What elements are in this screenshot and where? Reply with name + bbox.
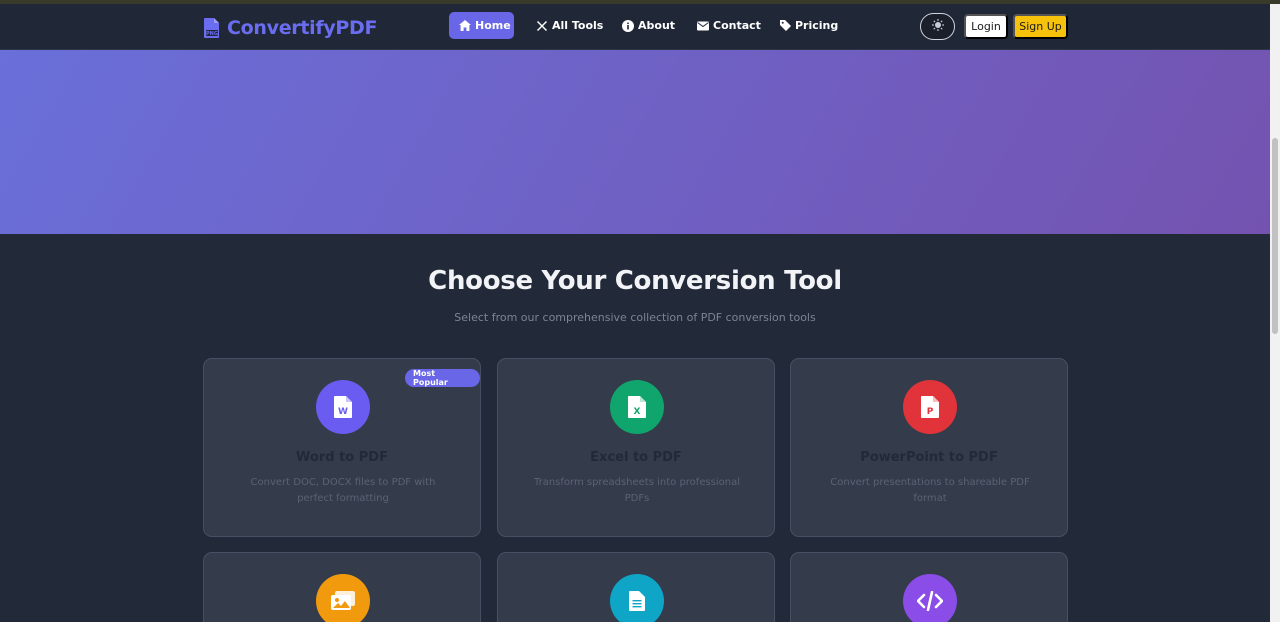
tool-card-image-to-pdf[interactable] [203, 552, 481, 622]
code-icon [903, 574, 957, 622]
tool-card-powerpoint-to-pdf[interactable]: P PowerPoint to PDF Convert presentation… [790, 358, 1068, 537]
nav-about-label: About [638, 19, 676, 32]
tool-card-word-to-pdf[interactable]: Most Popular W Word to PDF Convert DOC, … [203, 358, 481, 537]
svg-text:PNG: PNG [206, 31, 218, 37]
file-excel-icon: X [610, 380, 664, 434]
tag-icon [780, 20, 791, 31]
nav-contact-label: Contact [713, 19, 761, 32]
nav-about[interactable]: About [612, 12, 685, 39]
nav-home[interactable]: Home [449, 12, 514, 39]
file-pdf-icon: PNG [203, 18, 221, 38]
signup-button[interactable]: Sign Up [1013, 14, 1068, 39]
tool-card-html-to-pdf[interactable] [790, 552, 1068, 622]
svg-text:W: W [338, 407, 348, 417]
nav-all-tools-label: All Tools [552, 19, 604, 32]
tool-card-title: Excel to PDF [590, 450, 682, 465]
tool-card-description: Convert DOC, DOCX files to PDF with perf… [250, 477, 436, 504]
file-text-icon [610, 574, 664, 622]
nav-pricing[interactable]: Pricing [770, 12, 848, 39]
theme-icon [931, 19, 944, 34]
tool-card-text-to-pdf[interactable] [497, 552, 775, 622]
tool-card-excel-to-pdf[interactable]: X Excel to PDF Transform spreadsheets in… [497, 358, 775, 537]
nav-pricing-label: Pricing [795, 19, 839, 32]
theme-toggle-button[interactable] [920, 13, 955, 40]
tool-card-title: PowerPoint to PDF [860, 450, 998, 465]
scrollbar-thumb[interactable] [1272, 138, 1278, 334]
images-icon [316, 574, 370, 622]
tool-card-title: Word to PDF [296, 450, 388, 465]
file-powerpoint-icon: P [903, 380, 957, 434]
home-icon [459, 20, 471, 31]
tool-card-description: Convert presentations to shareable PDF f… [830, 477, 1030, 504]
nav-all-tools[interactable]: All Tools [526, 12, 613, 39]
nav-contact[interactable]: Contact [687, 12, 771, 39]
brand-name: ConvertifyPDF [227, 17, 378, 39]
most-popular-badge: Most Popular [405, 369, 480, 387]
envelope-icon [697, 21, 709, 31]
page-scrollbar[interactable] [1270, 4, 1280, 622]
nav-home-label: Home [475, 19, 511, 32]
section-subtitle: Select from our comprehensive collection… [454, 311, 816, 324]
section-title: Choose Your Conversion Tool [428, 266, 842, 296]
svg-text:P: P [927, 407, 934, 417]
tools-icon [536, 20, 548, 32]
svg-text:X: X [634, 407, 641, 417]
hero-banner [0, 50, 1270, 234]
info-icon [622, 19, 634, 32]
navbar: PNG ConvertifyPDF Home All Tools About C… [0, 4, 1270, 50]
brand-logo[interactable]: PNG ConvertifyPDF [203, 17, 378, 39]
file-word-icon: W [316, 380, 370, 434]
tool-card-description: Transform spreadsheets into professional… [533, 477, 741, 504]
login-button[interactable]: Login [964, 14, 1008, 39]
